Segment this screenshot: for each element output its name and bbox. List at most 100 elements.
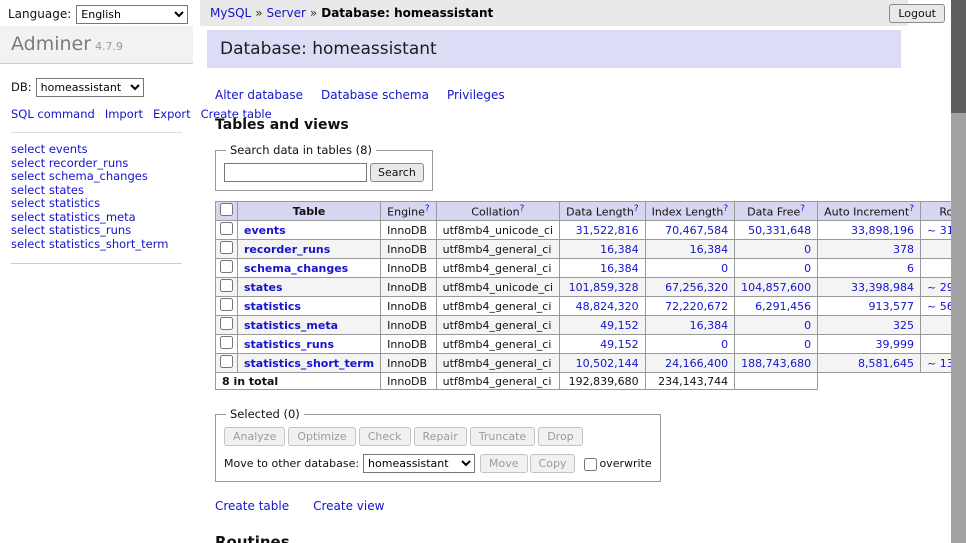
create-table-link[interactable]: Create table: [215, 499, 289, 513]
sidebar-link-export[interactable]: Export: [153, 107, 191, 121]
row-checkbox[interactable]: [220, 336, 233, 349]
row-checkbox[interactable]: [220, 279, 233, 292]
row-checkbox[interactable]: [220, 260, 233, 273]
auto-increment-link[interactable]: 913,577: [869, 300, 915, 313]
data-free-link[interactable]: 0: [804, 319, 811, 332]
auto-increment-link[interactable]: 325: [893, 319, 914, 332]
auto-increment-link[interactable]: 33,898,196: [851, 224, 914, 237]
check-button[interactable]: Check: [359, 427, 411, 446]
table-link[interactable]: events: [244, 224, 286, 237]
data-free-link[interactable]: 0: [804, 243, 811, 256]
data-length-link[interactable]: 10,502,144: [576, 357, 639, 370]
create-view-link[interactable]: Create view: [313, 499, 384, 513]
vertical-scrollbar[interactable]: [951, 0, 966, 543]
sidebar-item-select-statistics-runs[interactable]: select statistics_runs: [11, 224, 182, 238]
help-link[interactable]: ?: [723, 204, 728, 214]
db-select[interactable]: homeassistant: [36, 78, 144, 97]
logout-button[interactable]: Logout: [889, 4, 945, 23]
auto-increment-link[interactable]: 6: [907, 262, 914, 275]
help-link[interactable]: ?: [800, 204, 805, 214]
data-length-link[interactable]: 16,384: [600, 243, 639, 256]
index-length-link[interactable]: 67,256,320: [665, 281, 728, 294]
help-link[interactable]: ?: [425, 204, 430, 214]
auto-increment-link[interactable]: 378: [893, 243, 914, 256]
scrollbar-thumb[interactable]: [951, 0, 966, 113]
row-checkbox[interactable]: [220, 317, 233, 330]
data-length-link[interactable]: 49,152: [600, 319, 639, 332]
index-length-link[interactable]: 24,166,400: [665, 357, 728, 370]
data-length-link[interactable]: 48,824,320: [576, 300, 639, 313]
index-length-link[interactable]: 0: [721, 262, 728, 275]
sidebar-item-select-recorder-runs[interactable]: select recorder_runs: [11, 157, 182, 171]
table-link[interactable]: statistics: [244, 300, 301, 313]
privileges-link[interactable]: Privileges: [447, 88, 505, 102]
index-length-link[interactable]: 16,384: [690, 243, 729, 256]
data-length-link[interactable]: 16,384: [600, 262, 639, 275]
row-checkbox[interactable]: [220, 222, 233, 235]
breadcrumb-link-mysql[interactable]: MySQL: [210, 6, 251, 20]
sidebar-item-select-statistics-meta[interactable]: select statistics_meta: [11, 211, 182, 225]
row-checkbox[interactable]: [220, 355, 233, 368]
help-link[interactable]: ?: [634, 204, 639, 214]
table-link[interactable]: statistics_short_term: [244, 357, 374, 370]
copy-button[interactable]: Copy: [530, 454, 576, 473]
data-free-link[interactable]: 0: [804, 262, 811, 275]
drop-button[interactable]: Drop: [538, 427, 582, 446]
data-length-link[interactable]: 101,859,328: [569, 281, 639, 294]
help-link[interactable]: ?: [909, 204, 914, 214]
sidebar-item-select-schema-changes[interactable]: select schema_changes: [11, 170, 182, 184]
auto-increment-link[interactable]: 39,999: [876, 338, 915, 351]
index-length-link[interactable]: 72,220,672: [665, 300, 728, 313]
data-free-link[interactable]: 188,743,680: [741, 357, 811, 370]
optimize-button[interactable]: Optimize: [288, 427, 355, 446]
index-length-link[interactable]: 0: [721, 338, 728, 351]
sidebar-item-select-events[interactable]: select events: [11, 143, 182, 157]
alter-database-link[interactable]: Alter database: [215, 88, 303, 102]
repair-button[interactable]: Repair: [414, 427, 467, 446]
move-db-select[interactable]: homeassistant: [363, 454, 475, 473]
sidebar-item-select-statistics[interactable]: select statistics: [11, 197, 182, 211]
auto-increment-link[interactable]: 33,398,984: [851, 281, 914, 294]
move-button[interactable]: Move: [480, 454, 528, 473]
table-row: statistics_meta InnoDB utf8mb4_general_c…: [216, 316, 952, 335]
breadcrumb-link-server[interactable]: Server: [267, 6, 306, 20]
rows-count-link[interactable]: ~ 299,833: [927, 281, 951, 294]
rows-count-link[interactable]: ~ 312,180: [927, 224, 951, 237]
sidebar-item-select-statistics-short-term[interactable]: select statistics_short_term: [11, 238, 182, 252]
language-select[interactable]: English: [76, 5, 188, 24]
table-link[interactable]: statistics_meta: [244, 319, 338, 332]
header-index-length: Index Length?: [645, 202, 735, 221]
truncate-button[interactable]: Truncate: [470, 427, 535, 446]
select-all-checkbox[interactable]: [220, 203, 233, 216]
sidebar-link-import[interactable]: Import: [105, 107, 143, 121]
sidebar-item-select-states[interactable]: select states: [11, 184, 182, 198]
index-length-link[interactable]: 70,467,584: [665, 224, 728, 237]
data-length-link[interactable]: 31,522,816: [576, 224, 639, 237]
index-length-link[interactable]: 16,384: [690, 319, 729, 332]
search-input[interactable]: [224, 163, 367, 182]
help-link[interactable]: ?: [520, 204, 525, 214]
data-free-link[interactable]: 0: [804, 338, 811, 351]
table-link[interactable]: schema_changes: [244, 262, 348, 275]
rows-count-link[interactable]: ~ 569,159: [927, 300, 951, 313]
move-label: Move to other database:: [224, 457, 359, 470]
table-link[interactable]: recorder_runs: [244, 243, 330, 256]
overwrite-checkbox[interactable]: [584, 458, 597, 471]
database-schema-link[interactable]: Database schema: [321, 88, 429, 102]
table-link[interactable]: states: [244, 281, 283, 294]
data-free-link[interactable]: 104,857,600: [741, 281, 811, 294]
search-button[interactable]: Search: [370, 163, 424, 182]
row-checkbox[interactable]: [220, 298, 233, 311]
data-length-link[interactable]: 49,152: [600, 338, 639, 351]
analyze-button[interactable]: Analyze: [224, 427, 285, 446]
auto-increment-link[interactable]: 8,581,645: [858, 357, 914, 370]
tables-and-views-heading: Tables and views: [215, 117, 951, 133]
data-free-link[interactable]: 50,331,648: [748, 224, 811, 237]
row-checkbox[interactable]: [220, 241, 233, 254]
table-link[interactable]: statistics_runs: [244, 338, 334, 351]
rows-count-link[interactable]: ~ 136,108: [927, 357, 951, 370]
data-free-link[interactable]: 6,291,456: [755, 300, 811, 313]
collation-cell: utf8mb4_unicode_ci: [436, 278, 559, 297]
app-name: Adminer: [11, 33, 91, 55]
sidebar-link-sql-command[interactable]: SQL command: [11, 107, 95, 121]
